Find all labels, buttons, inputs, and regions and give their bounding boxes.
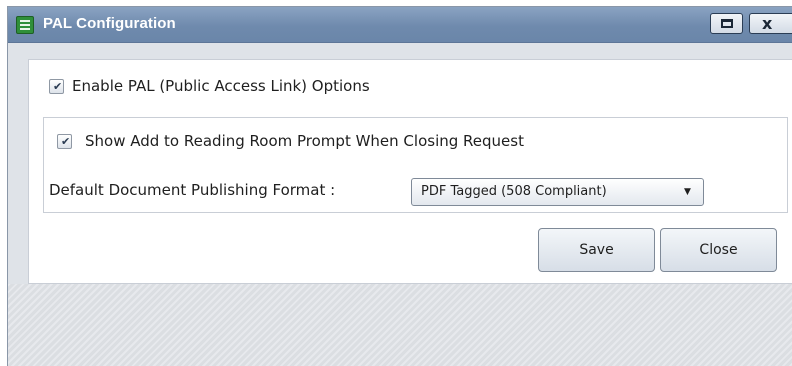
reading-room-prompt-checkbox[interactable]: ✔	[57, 134, 72, 149]
checkmark-icon: ✔	[61, 135, 71, 148]
default-format-label: Default Document Publishing Format :	[49, 181, 336, 199]
window-title: PAL Configuration	[43, 15, 176, 32]
window-background-area	[8, 284, 792, 366]
title-bar[interactable]: PAL Configuration x	[8, 7, 792, 43]
close-icon: x	[762, 14, 773, 33]
enable-pal-label: Enable PAL (Public Access Link) Options	[72, 77, 370, 95]
list-document-icon	[16, 16, 34, 34]
dropdown-arrow-icon[interactable]: ▼	[684, 186, 691, 198]
configuration-panel: ✔ Enable PAL (Public Access Link) Option…	[28, 59, 792, 284]
reading-room-prompt-label: Show Add to Reading Room Prompt When Clo…	[85, 132, 524, 150]
pal-configuration-window: PAL Configuration x ✔ Enable PAL (Public…	[7, 6, 792, 366]
window-close-button[interactable]: x	[749, 13, 792, 34]
checkmark-icon: ✔	[53, 80, 63, 93]
default-format-select[interactable]: PDF Tagged (508 Compliant) ▼	[411, 178, 704, 206]
enable-pal-checkbox[interactable]: ✔	[49, 79, 64, 94]
maximize-button[interactable]	[710, 13, 743, 34]
close-button[interactable]: Close	[660, 228, 777, 272]
maximize-icon	[721, 19, 733, 28]
pal-options-group: ✔ Show Add to Reading Room Prompt When C…	[43, 117, 788, 213]
default-format-value: PDF Tagged (508 Compliant)	[421, 184, 607, 199]
save-button[interactable]: Save	[538, 228, 655, 272]
